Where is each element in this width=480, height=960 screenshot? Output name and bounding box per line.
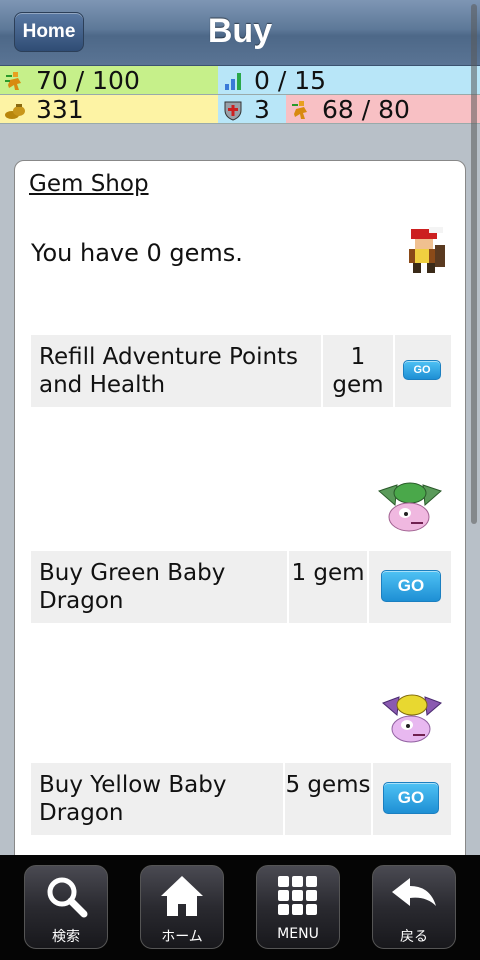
go-button[interactable]: GO	[403, 360, 441, 380]
gem-count-text: You have 0 gems.	[31, 239, 243, 267]
player-stats: 70 / 100 0 / 15 331 3 68 / 80	[0, 66, 480, 125]
gold-bag-icon	[4, 99, 26, 121]
shop-item-yellow-dragon: Buy Yellow Baby Dragon 5 gems GO	[31, 763, 451, 835]
top-header: Home Buy	[0, 0, 480, 66]
signal-bars-icon	[222, 70, 244, 92]
green-dragon-sprite	[378, 482, 442, 532]
stat-health: 68 / 80	[286, 95, 480, 124]
home-tab[interactable]: ホーム	[140, 865, 224, 949]
stat-gold: 331	[0, 95, 218, 124]
adventurer-sprite	[409, 227, 445, 273]
shop-title: Gem Shop	[29, 171, 149, 197]
health-value: 68 / 80	[322, 95, 410, 124]
menu-tab-label: MENU	[277, 926, 319, 942]
defense-value: 3	[254, 95, 270, 124]
back-arrow-icon	[373, 872, 455, 920]
scrollbar[interactable]	[471, 4, 477, 524]
go-cell: GO	[369, 551, 451, 623]
gem-shop-card: Gem Shop You have 0 gems. Refill Adventu…	[14, 160, 466, 880]
search-icon	[25, 872, 107, 920]
home-tab-label: ホーム	[161, 929, 203, 945]
go-button[interactable]: GO	[381, 570, 441, 602]
bottom-nav: 検索 ホーム MENU 戻る	[0, 855, 480, 960]
house-icon	[141, 872, 223, 920]
search-tab[interactable]: 検索	[24, 865, 108, 949]
search-tab-label: 検索	[52, 929, 80, 945]
shield-icon	[222, 99, 244, 121]
go-button[interactable]: GO	[383, 782, 439, 814]
menu-tab[interactable]: MENU	[256, 865, 340, 949]
item-price: 1 gem	[289, 551, 367, 623]
shop-item-refill: Refill Adventure Points and Health 1 gem…	[31, 335, 451, 407]
page-title: Buy	[207, 12, 273, 50]
grid-icon	[257, 872, 339, 920]
gold-value: 331	[36, 95, 84, 124]
stat-level: 0 / 15	[218, 66, 480, 95]
item-price: 1 gem	[323, 335, 393, 407]
level-progress-value: 0 / 15	[254, 66, 327, 95]
go-cell: GO	[395, 335, 451, 407]
stat-defense: 3	[218, 95, 286, 124]
go-cell: GO	[373, 763, 451, 835]
item-label: Buy Yellow Baby Dragon	[31, 763, 283, 835]
yellow-dragon-sprite	[382, 694, 442, 743]
running-man-icon	[290, 99, 312, 121]
item-label: Buy Green Baby Dragon	[31, 551, 287, 623]
back-tab[interactable]: 戻る	[372, 865, 456, 949]
back-tab-label: 戻る	[400, 929, 428, 945]
adventure-value: 70 / 100	[36, 66, 140, 95]
item-price: 5 gems	[285, 763, 371, 835]
running-man-icon	[4, 70, 26, 92]
shop-item-green-dragon: Buy Green Baby Dragon 1 gem GO	[31, 551, 451, 623]
stat-adventure: 70 / 100	[0, 66, 218, 95]
item-label: Refill Adventure Points and Health	[31, 335, 321, 407]
